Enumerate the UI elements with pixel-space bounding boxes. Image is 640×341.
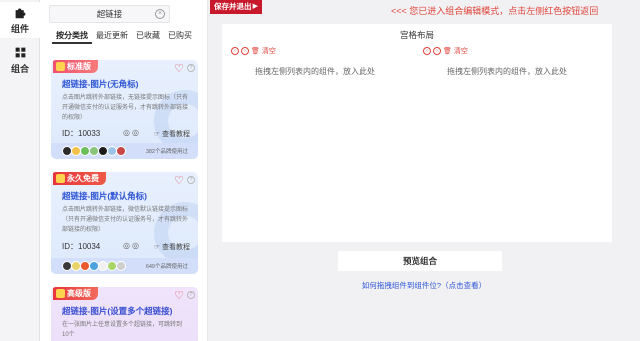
info-icon[interactable]: ? xyxy=(187,176,195,184)
move-right-icon[interactable]: › xyxy=(241,47,249,55)
preview-combo-button[interactable]: 预览组合 xyxy=(338,251,502,271)
tab-favorites[interactable]: 已收藏 xyxy=(132,30,164,44)
brand-avatars xyxy=(62,146,126,156)
component-card[interactable]: 标准版 ♡ ? 超链接-图片(无角标) 点击图片跳转外部链接，无链接提示图标（只… xyxy=(51,60,198,159)
puzzle-icon xyxy=(15,7,25,18)
card-id: ID：10033 xyxy=(62,129,101,138)
tab-by-category[interactable]: 按分类找 xyxy=(52,30,92,44)
move-left-icon[interactable]: ‹ xyxy=(231,47,239,55)
edition-badge: 标准版 xyxy=(53,60,98,73)
platform-icons: ◎◎ xyxy=(123,241,141,250)
canvas-title: 宫格布局 xyxy=(399,30,434,40)
play-arrow-icon: ▶ xyxy=(252,3,258,10)
column-controls: ‹ › 🗑 清空 xyxy=(423,46,468,56)
card-footer: 382个品牌使用过 xyxy=(51,143,198,159)
platform-icons: ◎◎ xyxy=(123,128,141,137)
drop-hint: 拖拽左侧列表内的组件，放入此处 xyxy=(255,67,375,76)
filter-tabs: 按分类找 最近更新 已收藏 已购买 xyxy=(40,30,207,44)
column-controls: ‹ › 🗑 清空 xyxy=(231,46,276,56)
favorite-heart-icon[interactable]: ♡ xyxy=(174,174,184,187)
card-title: 超链接-图片(设置多个超链接) xyxy=(62,306,173,316)
card-description: 在一张图片上任意设置多个超链接，可跳转到10个 xyxy=(62,322,183,338)
info-icon[interactable]: ? xyxy=(187,291,195,299)
view-tutorial-link[interactable]: ☞ 查看教程 xyxy=(154,242,190,252)
edition-badge: 高级版 xyxy=(53,287,98,300)
clear-button[interactable]: 清空 xyxy=(262,46,276,56)
drop-column-left[interactable]: ‹ › 🗑 清空 拖拽左侧列表内的组件，放入此处 xyxy=(231,46,421,226)
search-input[interactable]: 超链接 × xyxy=(49,5,170,23)
tab-purchased[interactable]: 已购买 xyxy=(164,30,196,44)
favorite-heart-icon[interactable]: ♡ xyxy=(174,289,184,302)
move-right-icon[interactable]: › xyxy=(433,47,441,55)
usage-count: 382个品牌使用过 xyxy=(145,149,188,155)
drop-hint: 拖拽左侧列表内的组件，放入此处 xyxy=(447,67,567,76)
component-panel: 超链接 × 按分类找 最近更新 已收藏 已购买 标准版 ♡ ? 超链接-图片(无… xyxy=(40,0,208,341)
save-and-exit-button[interactable]: 保存并退出 ▶ xyxy=(210,0,262,14)
trash-icon[interactable]: 🗑 xyxy=(443,47,452,55)
trash-icon[interactable]: 🗑 xyxy=(251,47,260,55)
tutorial-icon: ☞ xyxy=(153,131,161,138)
tab-recent[interactable]: 最近更新 xyxy=(92,30,132,44)
usage-count: 649个品牌使用过 xyxy=(145,264,188,270)
component-card[interactable]: 高级版 ♡ ? 超链接-图片(设置多个超链接) 在一张图片上任意设置多个超链接，… xyxy=(51,287,198,341)
card-id: ID：10034 xyxy=(62,242,101,251)
card-title: 超链接-图片(无角标) xyxy=(62,79,139,89)
edit-mode-notice: <<< 您已进入组合编辑模式，点击左侧红色按钮返回 xyxy=(391,6,599,16)
rail-item-label: 组合 xyxy=(10,63,29,74)
edition-badge: 永久免费 xyxy=(53,172,106,185)
rail-item-label: 组件 xyxy=(10,23,29,34)
search-value: 超链接 xyxy=(96,9,123,19)
blocks-icon xyxy=(15,47,25,57)
tutorial-icon: ☞ xyxy=(153,244,161,251)
drop-column-right[interactable]: ‹ › 🗑 清空 拖拽左侧列表内的组件，放入此处 xyxy=(423,46,613,226)
card-description: 点击图片跳转外部链接，无链接提示图标（只有开通微信支付的认证服务号，才有跳转外部… xyxy=(62,95,189,121)
main-area: 保存并退出 ▶ <<< 您已进入组合编辑模式，点击左侧红色按钮返回 宫格布局 ‹ … xyxy=(208,0,640,341)
move-left-icon[interactable]: ‹ xyxy=(423,47,431,55)
view-tutorial-link[interactable]: ☞ 查看教程 xyxy=(154,129,190,139)
how-to-drag-link[interactable]: 如何拖拽组件到组件位?（点击查看） xyxy=(208,280,640,291)
left-rail: 组件 组合 xyxy=(0,0,40,341)
card-title: 超链接-图片(默认角标) xyxy=(62,191,147,201)
component-card[interactable]: 永久免费 ♡ ? 超链接-图片(默认角标) 点击图片跳转外部链接，微信默认链接提… xyxy=(51,172,198,274)
brand-avatars xyxy=(62,261,126,271)
info-icon[interactable]: ? xyxy=(187,64,195,72)
card-description: 点击图片跳转外部链接，微信默认链接提示图标（只有开通微信支付的认证服务号，才有跳… xyxy=(62,207,189,233)
clear-button[interactable]: 清空 xyxy=(454,46,468,56)
clear-search-icon[interactable]: × xyxy=(155,9,165,19)
rail-item-combos[interactable]: 组合 xyxy=(0,42,40,78)
card-footer: 649个品牌使用过 xyxy=(51,258,198,274)
grid-layout-canvas: 宫格布局 ‹ › 🗑 清空 拖拽左侧列表内的组件，放入此处 ‹ › 🗑 清空 拖… xyxy=(222,24,612,242)
rail-item-components[interactable]: 组件 xyxy=(0,2,40,38)
favorite-heart-icon[interactable]: ♡ xyxy=(174,62,184,75)
